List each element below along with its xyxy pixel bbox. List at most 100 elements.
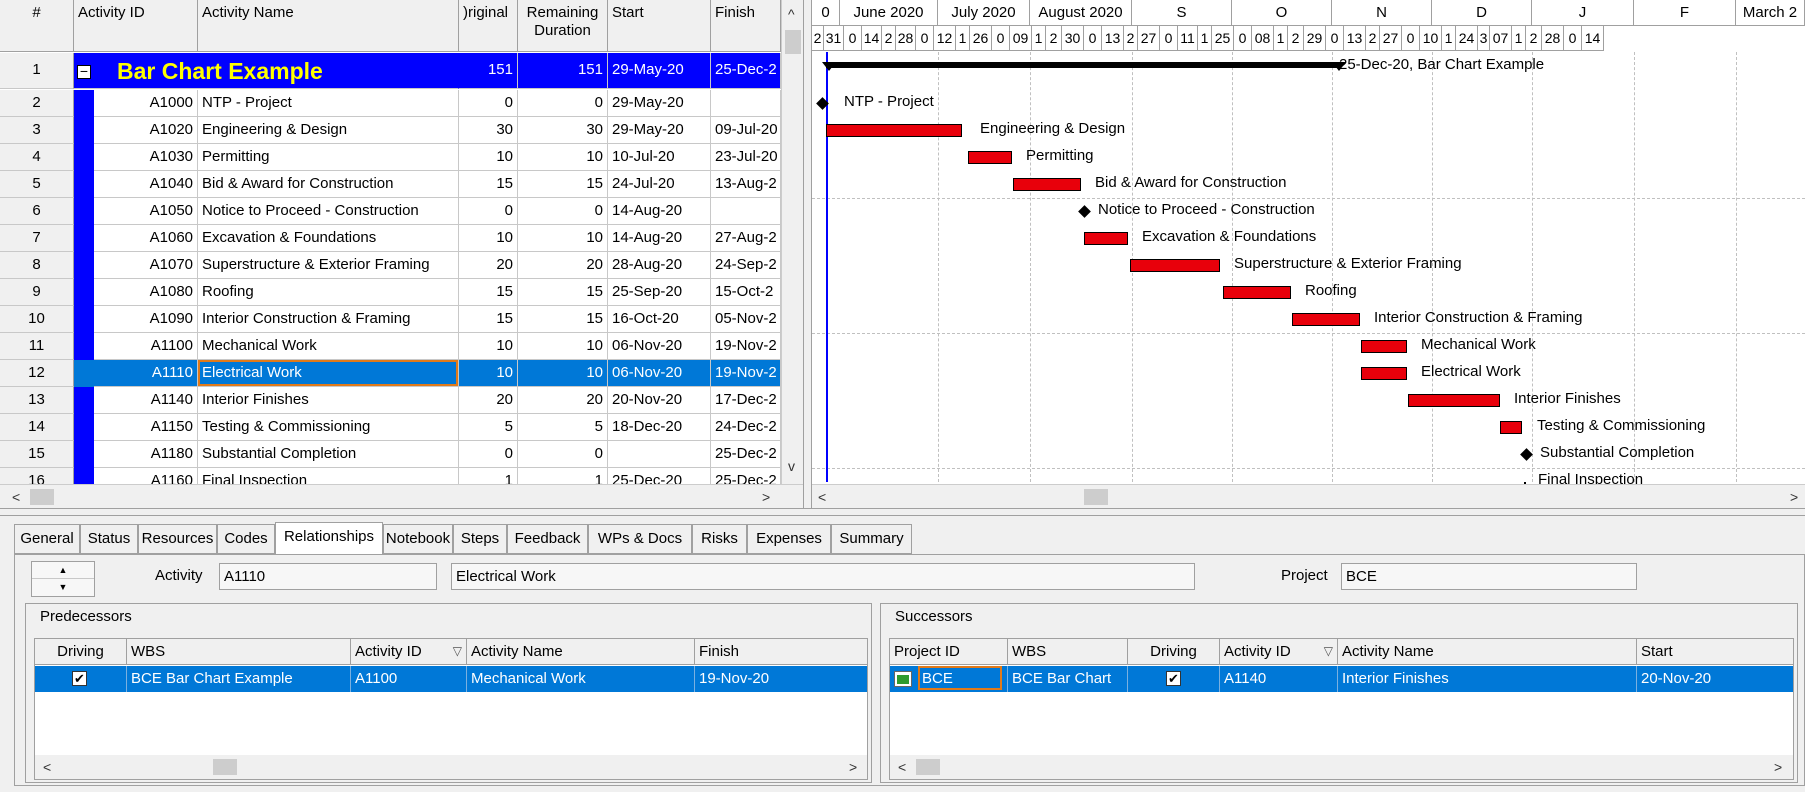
- activity-bar[interactable]: [1408, 394, 1500, 407]
- finish-cell[interactable]: 05-Nov-2: [711, 306, 781, 333]
- activity-id-cell[interactable]: A1180: [94, 441, 198, 468]
- activity-id-cell[interactable]: A1070: [94, 252, 198, 279]
- pred-scroll-left-icon[interactable]: <: [43, 759, 51, 775]
- grid-vertical-scrollbar[interactable]: ^ v: [781, 0, 803, 484]
- pred-col-activity-name[interactable]: Activity Name: [467, 639, 695, 665]
- tab-relationships[interactable]: Relationships: [275, 522, 383, 555]
- activity-id-cell[interactable]: A1000: [94, 90, 198, 117]
- succ-project-cell[interactable]: BCE: [890, 666, 1008, 692]
- activity-id-cell[interactable]: A1090: [94, 306, 198, 333]
- start-cell[interactable]: 14-Aug-20: [608, 225, 711, 252]
- wbs-summary-row[interactable]: 1 − Bar Chart Example 151 151 29-May-20 …: [0, 53, 790, 89]
- activity-id-cell[interactable]: A1100: [94, 333, 198, 360]
- finish-cell[interactable]: 19-Nov-2: [711, 360, 781, 387]
- finish-cell[interactable]: 09-Jul-20: [711, 117, 781, 144]
- succ-hscroll-thumb[interactable]: [916, 759, 940, 775]
- vertical-splitter[interactable]: [804, 0, 812, 508]
- activity-bar[interactable]: [1500, 421, 1522, 434]
- original-duration-cell[interactable]: 10: [459, 144, 518, 171]
- remaining-duration-cell[interactable]: 5: [518, 414, 608, 441]
- gantt-scroll-right-icon[interactable]: >: [1790, 489, 1798, 505]
- finish-cell[interactable]: 13-Aug-2: [711, 171, 781, 198]
- col-header-remaining-duration[interactable]: Remaining Duration: [518, 0, 608, 52]
- activity-id-cell[interactable]: A1110: [94, 360, 198, 387]
- pred-name-cell[interactable]: Mechanical Work: [467, 666, 695, 692]
- pred-wbs-cell[interactable]: BCE Bar Chart Example: [127, 666, 351, 692]
- activity-name-cell[interactable]: Superstructure & Exterior Framing: [198, 252, 459, 279]
- activity-row[interactable]: 3 A1020 Engineering & Design 30 30 29-May-20 0…: [0, 117, 790, 144]
- start-cell[interactable]: 20-Nov-20: [608, 387, 711, 414]
- activity-row[interactable]: 11 A1100 Mechanical Work 10 10 06-Nov-20 19-No…: [0, 333, 790, 360]
- activity-id-cell[interactable]: A1080: [94, 279, 198, 306]
- activity-name-cell[interactable]: Substantial Completion: [198, 441, 459, 468]
- finish-cell[interactable]: 27-Aug-2: [711, 225, 781, 252]
- start-cell[interactable]: 16-Oct-20: [608, 306, 711, 333]
- activity-bar[interactable]: [826, 124, 962, 137]
- start-cell[interactable]: 29-May-20: [608, 90, 711, 117]
- pred-col-finish[interactable]: Finish: [695, 639, 867, 665]
- tab-expenses[interactable]: Expenses: [747, 524, 831, 554]
- activity-name-cell[interactable]: NTP - Project: [198, 90, 459, 117]
- grid-vscroll-thumb[interactable]: [785, 30, 801, 54]
- horizontal-splitter[interactable]: [0, 508, 1805, 516]
- finish-cell[interactable]: [711, 90, 781, 117]
- tab-general[interactable]: General: [14, 524, 80, 554]
- start-cell[interactable]: 06-Nov-20: [608, 360, 711, 387]
- succ-start-cell[interactable]: 20-Nov-20: [1637, 666, 1793, 692]
- tab-notebook[interactable]: Notebook: [383, 524, 453, 554]
- spin-up-icon[interactable]: ▲: [32, 562, 94, 579]
- tab-codes[interactable]: Codes: [217, 524, 275, 554]
- succ-driving-cell[interactable]: ✔: [1128, 666, 1220, 692]
- start-cell[interactable]: 24-Jul-20: [608, 171, 711, 198]
- start-cell[interactable]: 25-Sep-20: [608, 279, 711, 306]
- col-header-num[interactable]: #: [0, 0, 74, 52]
- activity-bar[interactable]: [1223, 286, 1291, 299]
- original-duration-cell[interactable]: 0: [459, 441, 518, 468]
- start-cell[interactable]: 29-May-20: [608, 117, 711, 144]
- finish-cell[interactable]: 25-Dec-2: [711, 441, 781, 468]
- activity-bar[interactable]: [1361, 340, 1407, 353]
- tab-resources[interactable]: Resources: [138, 524, 217, 554]
- remaining-duration-cell[interactable]: 10: [518, 225, 608, 252]
- scroll-right-icon[interactable]: >: [762, 489, 770, 505]
- pred-hscroll-thumb[interactable]: [213, 759, 237, 775]
- original-duration-cell[interactable]: 10: [459, 360, 518, 387]
- activity-row[interactable]: 6 A1050 Notice to Proceed - Construction 0 0…: [0, 198, 790, 225]
- activity-name-field[interactable]: Electrical Work: [451, 563, 1195, 590]
- succ-col-activity-id[interactable]: Activity ID ▽: [1220, 639, 1338, 665]
- remaining-duration-cell[interactable]: 15: [518, 171, 608, 198]
- col-header-original-duration[interactable]: )riginal: [459, 0, 518, 52]
- original-duration-cell[interactable]: 20: [459, 387, 518, 414]
- activity-row[interactable]: 12 A1110 Electrical Work 10 10 06-Nov-20 19-No…: [0, 360, 790, 387]
- activity-name-cell[interactable]: Electrical Work: [198, 360, 459, 387]
- gantt-hscroll-thumb[interactable]: [1084, 489, 1108, 505]
- summary-bar[interactable]: [826, 62, 1339, 68]
- activity-name-cell[interactable]: Notice to Proceed - Construction: [198, 198, 459, 225]
- activity-bar[interactable]: [1130, 259, 1220, 272]
- activity-row[interactable]: 15 A1180 Substantial Completion 0 0 25-Dec-2: [0, 441, 790, 468]
- original-duration-cell[interactable]: 10: [459, 225, 518, 252]
- original-duration-cell[interactable]: 0: [459, 90, 518, 117]
- tab-steps[interactable]: Steps: [453, 524, 507, 554]
- start-cell[interactable]: 06-Nov-20: [608, 333, 711, 360]
- pred-horizontal-scrollbar[interactable]: < >: [35, 755, 867, 779]
- finish-cell[interactable]: 17-Dec-2: [711, 387, 781, 414]
- remaining-duration-cell[interactable]: 30: [518, 117, 608, 144]
- activity-id-cell[interactable]: A1030: [94, 144, 198, 171]
- activity-name-cell[interactable]: Mechanical Work: [198, 333, 459, 360]
- activity-id-cell[interactable]: A1060: [94, 225, 198, 252]
- finish-cell[interactable]: [711, 198, 781, 225]
- tab-risks[interactable]: Risks: [692, 524, 747, 554]
- pred-col-wbs[interactable]: WBS: [127, 639, 351, 665]
- start-cell[interactable]: 10-Jul-20: [608, 144, 711, 171]
- original-duration-cell[interactable]: 15: [459, 171, 518, 198]
- succ-wbs-cell[interactable]: BCE Bar Chart: [1008, 666, 1128, 692]
- original-duration-cell[interactable]: 30: [459, 117, 518, 144]
- activity-name-cell[interactable]: Bid & Award for Construction: [198, 171, 459, 198]
- start-cell[interactable]: 14-Aug-20: [608, 198, 711, 225]
- activity-name-cell[interactable]: Roofing: [198, 279, 459, 306]
- activity-name-cell[interactable]: Engineering & Design: [198, 117, 459, 144]
- succ-scroll-left-icon[interactable]: <: [898, 759, 906, 775]
- succ-id-cell[interactable]: A1140: [1220, 666, 1338, 692]
- remaining-duration-cell[interactable]: 20: [518, 387, 608, 414]
